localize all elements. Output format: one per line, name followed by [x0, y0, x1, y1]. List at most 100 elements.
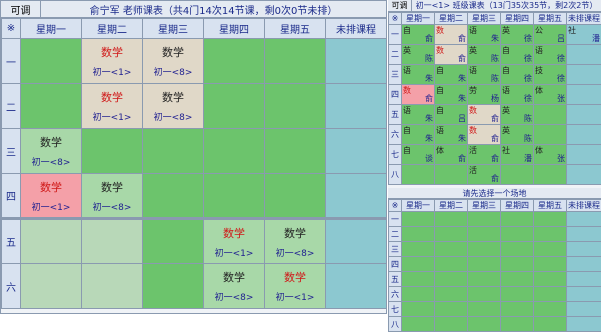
schedule-cell[interactable] — [204, 39, 265, 84]
day-header[interactable]: 未排课程 — [326, 19, 387, 39]
schedule-cell[interactable] — [435, 272, 468, 287]
lesson-block[interactable]: 数学初一<8> — [21, 134, 81, 168]
schedule-cell[interactable]: 数学初一<8> — [143, 84, 204, 129]
schedule-cell[interactable]: 社潘 — [501, 145, 534, 165]
schedule-cell[interactable]: 语朱 — [435, 125, 468, 145]
schedule-cell[interactable]: 自徐 — [501, 65, 534, 85]
schedule-cell[interactable]: 英徐 — [501, 25, 534, 45]
day-header[interactable]: 未排课程 — [567, 200, 601, 212]
schedule-cell[interactable] — [435, 212, 468, 227]
schedule-cell[interactable] — [501, 317, 534, 332]
schedule-cell[interactable]: 数学初一<1> — [265, 264, 326, 309]
day-header[interactable]: 星期四 — [501, 200, 534, 212]
schedule-cell[interactable] — [402, 302, 435, 317]
schedule-cell[interactable] — [435, 257, 468, 272]
schedule-cell[interactable]: 自朱 — [435, 65, 468, 85]
schedule-cell[interactable] — [402, 257, 435, 272]
schedule-cell[interactable] — [435, 287, 468, 302]
schedule-cell[interactable] — [567, 45, 601, 65]
schedule-cell[interactable] — [402, 317, 435, 332]
schedule-cell[interactable]: 数学初一<1> — [82, 39, 143, 84]
lesson-block[interactable]: 数学初一<8> — [143, 44, 203, 78]
schedule-cell[interactable]: 语朱 — [468, 25, 501, 45]
schedule-cell[interactable] — [21, 39, 82, 84]
schedule-cell[interactable] — [435, 302, 468, 317]
schedule-cell[interactable] — [326, 39, 387, 84]
schedule-cell[interactable] — [326, 264, 387, 309]
schedule-cell[interactable] — [567, 145, 601, 165]
schedule-cell[interactable] — [435, 317, 468, 332]
schedule-cell[interactable] — [204, 129, 265, 174]
schedule-cell[interactable] — [534, 105, 567, 125]
schedule-cell[interactable]: 自谈 — [402, 145, 435, 165]
schedule-cell[interactable]: 语徐 — [501, 85, 534, 105]
schedule-cell[interactable] — [402, 212, 435, 227]
schedule-cell[interactable]: 数学初一<8> — [265, 219, 326, 264]
schedule-cell[interactable] — [143, 264, 204, 309]
schedule-cell[interactable] — [82, 219, 143, 264]
schedule-cell[interactable]: 活俞 — [468, 145, 501, 165]
schedule-cell[interactable] — [501, 212, 534, 227]
schedule-cell[interactable] — [402, 227, 435, 242]
schedule-cell[interactable] — [21, 84, 82, 129]
schedule-cell[interactable] — [501, 302, 534, 317]
schedule-cell[interactable] — [501, 257, 534, 272]
schedule-cell[interactable] — [534, 287, 567, 302]
schedule-cell[interactable]: 数学初一<8> — [21, 129, 82, 174]
schedule-cell[interactable] — [468, 227, 501, 242]
schedule-cell[interactable] — [567, 227, 601, 242]
schedule-cell[interactable] — [567, 272, 601, 287]
adjustable-button[interactable]: 可调 — [1, 1, 41, 17]
day-header[interactable]: 星期二 — [82, 19, 143, 39]
schedule-cell[interactable]: 体俞 — [435, 145, 468, 165]
schedule-cell[interactable]: 数学初一<8> — [204, 264, 265, 309]
lesson-block[interactable]: 数学初一<1> — [265, 269, 325, 303]
schedule-cell[interactable]: 语朱 — [402, 105, 435, 125]
schedule-cell[interactable]: 英陈 — [501, 125, 534, 145]
day-header[interactable]: 星期五 — [265, 19, 326, 39]
schedule-cell[interactable]: 自徐 — [501, 45, 534, 65]
day-header[interactable]: 星期四 — [204, 19, 265, 39]
schedule-cell[interactable] — [143, 129, 204, 174]
day-header[interactable]: 星期二 — [435, 13, 468, 25]
day-header[interactable]: 星期三 — [143, 19, 204, 39]
lesson-block[interactable]: 数学初一<8> — [143, 89, 203, 123]
day-header[interactable]: 星期一 — [402, 200, 435, 212]
day-header[interactable]: 星期二 — [435, 200, 468, 212]
schedule-cell[interactable] — [567, 317, 601, 332]
schedule-cell[interactable] — [567, 212, 601, 227]
day-header[interactable]: 星期五 — [534, 13, 567, 25]
schedule-cell[interactable] — [143, 219, 204, 264]
lesson-block[interactable]: 数学初一<8> — [82, 179, 142, 213]
day-header[interactable]: 星期三 — [468, 13, 501, 25]
schedule-cell[interactable]: 数学初一<1> — [82, 84, 143, 129]
lesson-block[interactable]: 数学初一<8> — [265, 225, 325, 259]
lesson-block[interactable]: 数学初一<1> — [82, 44, 142, 78]
schedule-cell[interactable] — [204, 174, 265, 219]
schedule-cell[interactable]: 数学初一<1> — [21, 174, 82, 219]
schedule-cell[interactable] — [468, 302, 501, 317]
schedule-cell[interactable]: 数俞 — [435, 45, 468, 65]
schedule-cell[interactable]: 体张 — [534, 145, 567, 165]
schedule-cell[interactable] — [326, 174, 387, 219]
schedule-cell[interactable]: 数俞 — [402, 85, 435, 105]
schedule-cell[interactable] — [468, 317, 501, 332]
schedule-cell[interactable]: 语朱 — [402, 65, 435, 85]
lesson-block[interactable]: 数学初一<1> — [204, 225, 264, 259]
schedule-cell[interactable] — [468, 242, 501, 257]
schedule-cell[interactable] — [468, 272, 501, 287]
schedule-cell[interactable] — [143, 174, 204, 219]
schedule-cell[interactable] — [265, 129, 326, 174]
schedule-cell[interactable]: 公吕 — [534, 25, 567, 45]
schedule-cell[interactable] — [468, 287, 501, 302]
schedule-cell[interactable]: 自俞 — [402, 25, 435, 45]
schedule-cell[interactable] — [326, 219, 387, 264]
schedule-cell[interactable]: 体张 — [534, 85, 567, 105]
schedule-cell[interactable] — [534, 227, 567, 242]
schedule-cell[interactable] — [435, 242, 468, 257]
schedule-cell[interactable] — [567, 287, 601, 302]
schedule-cell[interactable]: 劳杨 — [468, 85, 501, 105]
day-header[interactable]: 星期一 — [402, 13, 435, 25]
schedule-cell[interactable]: 数学初一<8> — [82, 174, 143, 219]
schedule-cell[interactable] — [534, 165, 567, 185]
